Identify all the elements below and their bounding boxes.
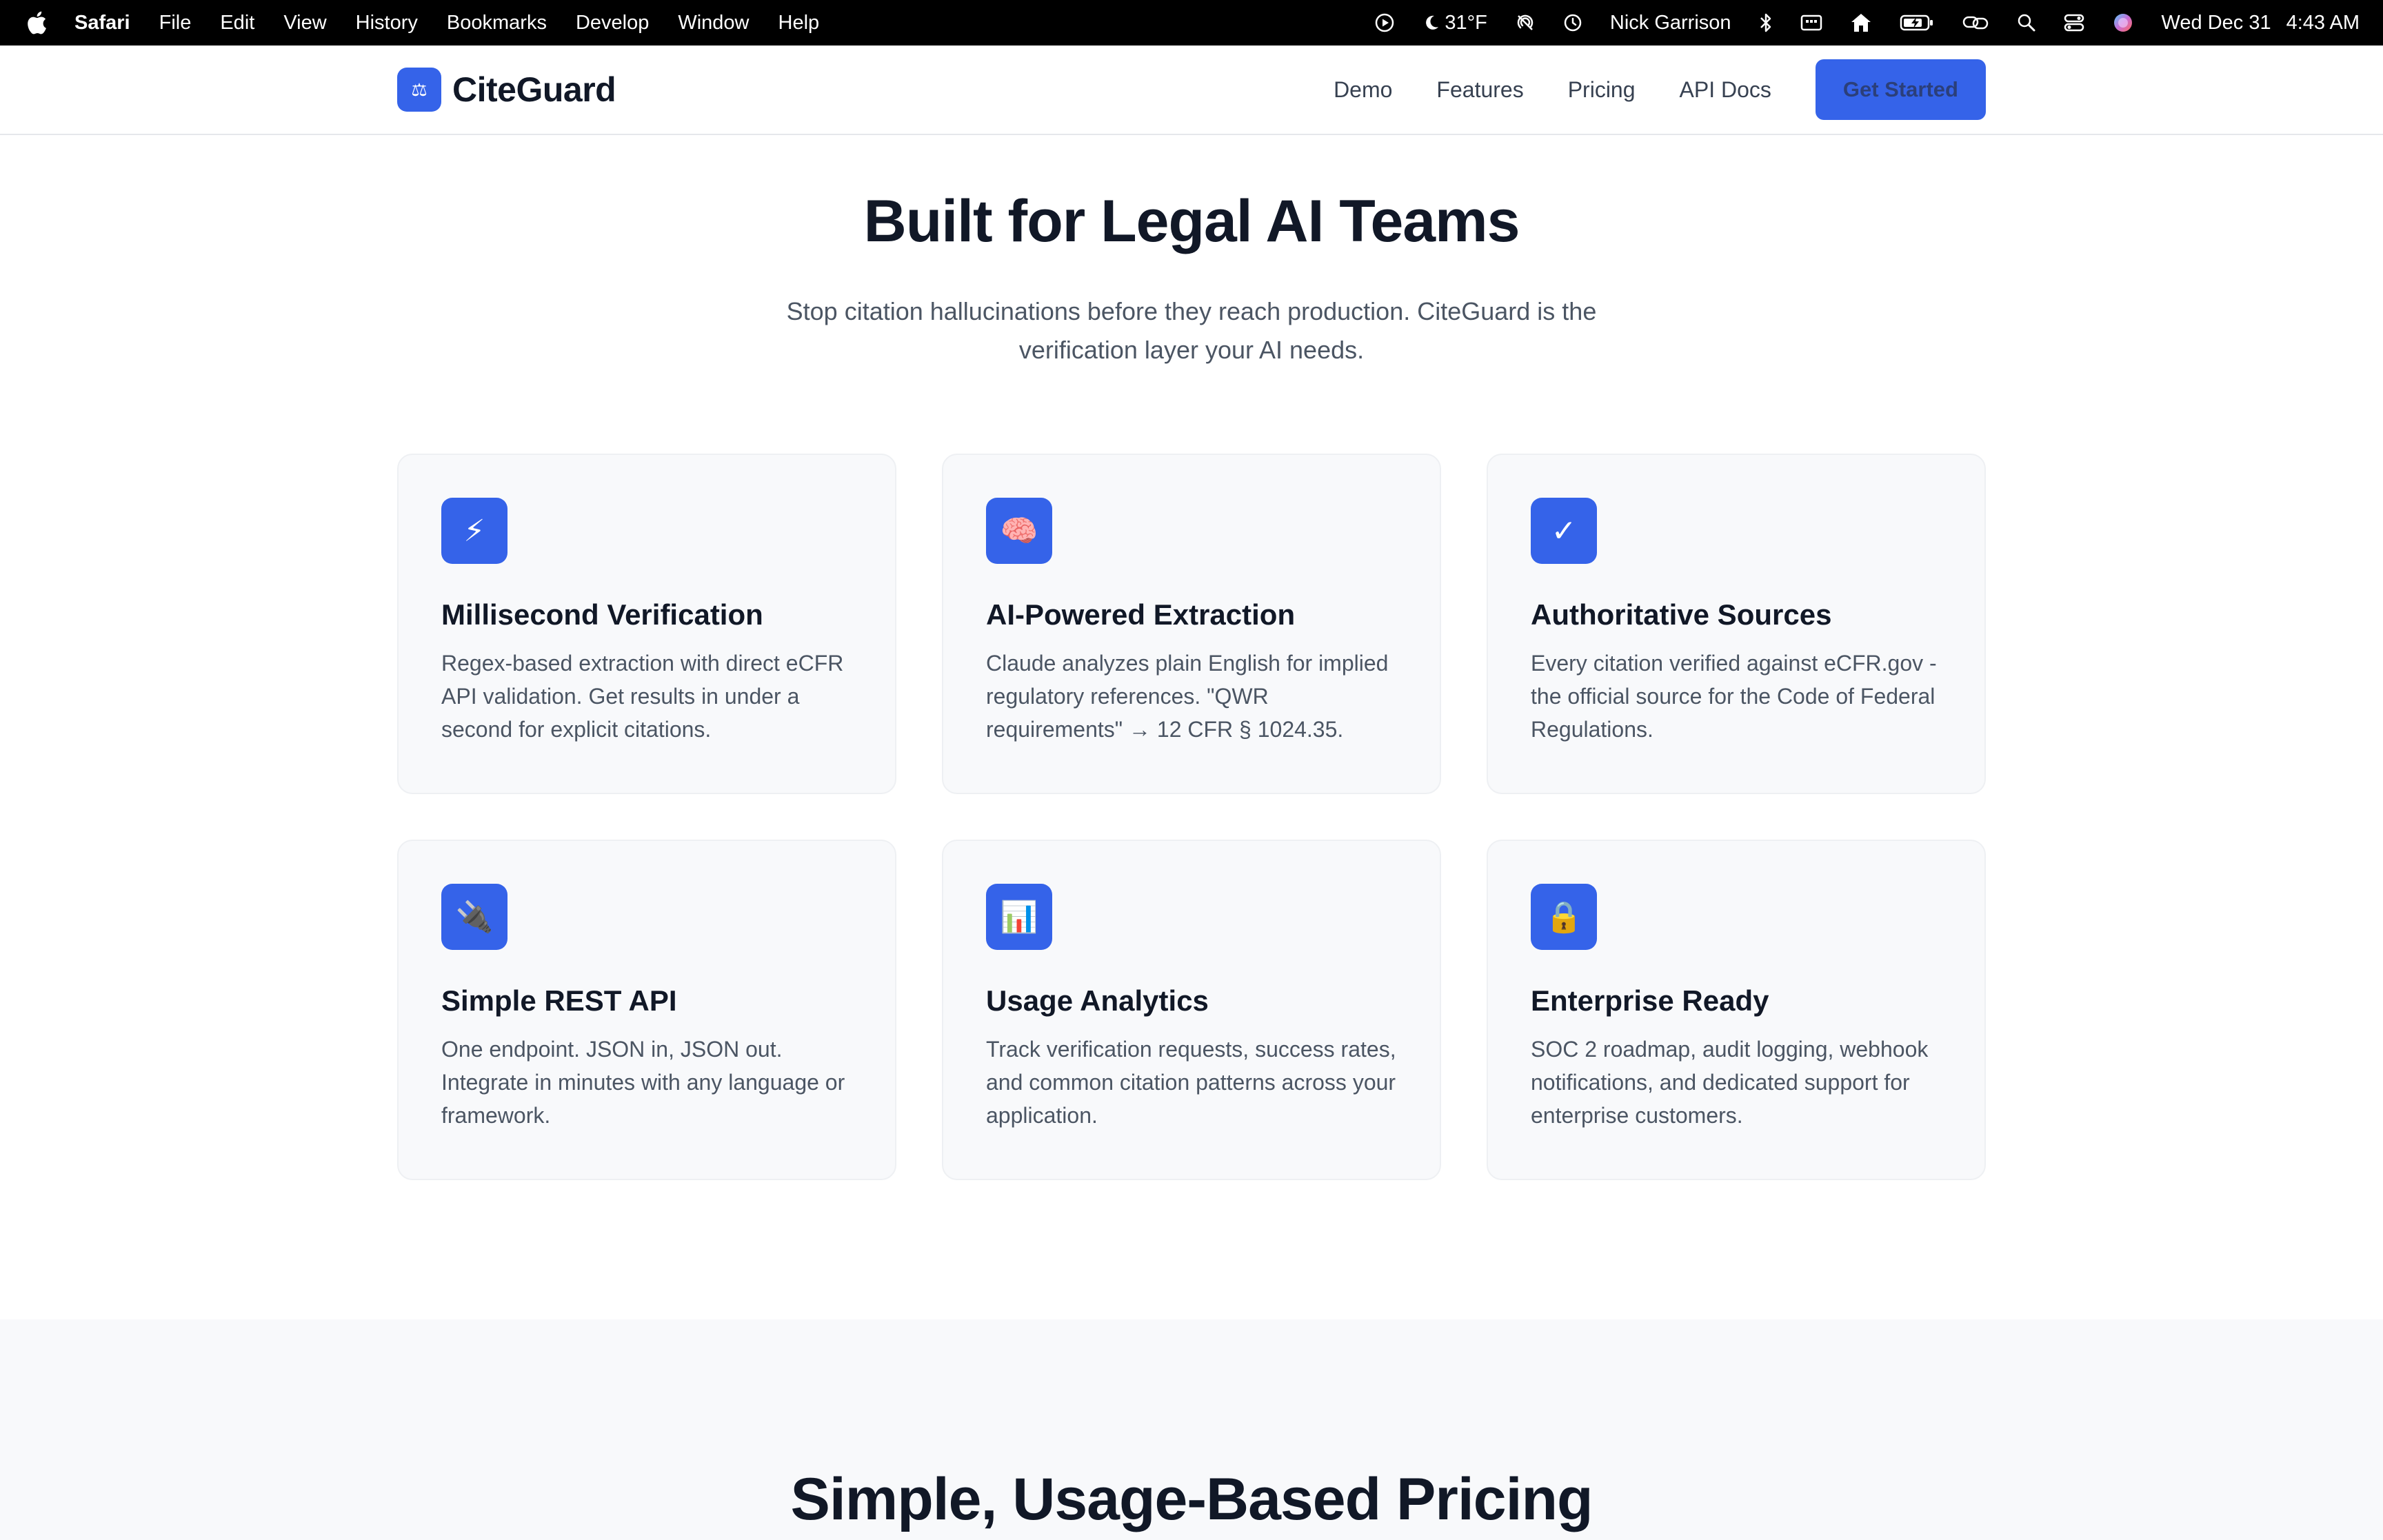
- menu-history[interactable]: History: [356, 12, 418, 34]
- feature-description: Track verification requests, success rat…: [986, 1037, 1396, 1128]
- nav-link-pricing[interactable]: Pricing: [1568, 77, 1636, 103]
- nav-link-demo[interactable]: Demo: [1334, 77, 1392, 103]
- bluetooth-icon[interactable]: [1759, 12, 1773, 34]
- features-subtitle: Stop citation hallucinations before they…: [786, 297, 1597, 364]
- feature-title: Enterprise Ready: [1531, 984, 1769, 1017]
- spotlight-search-icon[interactable]: [2017, 13, 2036, 32]
- clock-date[interactable]: Wed Dec 31: [2162, 12, 2271, 34]
- screen-time-icon[interactable]: [1563, 13, 1582, 32]
- get-started-button[interactable]: Get Started: [1815, 59, 1986, 120]
- lock-icon: 🔒: [1531, 884, 1597, 950]
- home-icon[interactable]: [1850, 12, 1872, 33]
- clock-time[interactable]: 4:43 AM: [2286, 12, 2360, 34]
- logo-text: CiteGuard: [452, 70, 616, 109]
- menu-help[interactable]: Help: [778, 12, 820, 34]
- lightning-icon: ⚡: [441, 498, 507, 564]
- pricing-section: Simple, Usage-Based Pricing: [0, 1319, 2383, 1540]
- feature-description: Claude analyzes plain English for implie…: [986, 651, 1389, 742]
- battery-icon[interactable]: [1900, 14, 1934, 32]
- control-center-icon[interactable]: [2064, 13, 2084, 32]
- weather-widget[interactable]: 31°F: [1422, 12, 1487, 34]
- moon-icon: [1426, 15, 1439, 30]
- feature-card: 🔒 Enterprise Ready SOC 2 roadmap, audit …: [1487, 840, 1986, 1180]
- feature-description: One endpoint. JSON in, JSON out. Integra…: [441, 1037, 845, 1128]
- menu-edit[interactable]: Edit: [220, 12, 254, 34]
- feature-card: 🔌 Simple REST API One endpoint. JSON in,…: [397, 840, 896, 1180]
- menu-bar: Safari File Edit View History Bookmarks …: [0, 0, 2383, 45]
- feature-card: 📊 Usage Analytics Track verification req…: [942, 840, 1441, 1180]
- bar-chart-icon: 📊: [986, 884, 1052, 950]
- menu-bookmarks[interactable]: Bookmarks: [447, 12, 547, 34]
- plug-icon: 🔌: [441, 884, 507, 950]
- feature-card: 🧠 AI-Powered Extraction Claude analyzes …: [942, 454, 1441, 794]
- feature-description: SOC 2 roadmap, audit logging, webhook no…: [1531, 1037, 1929, 1128]
- nav-link-api-docs[interactable]: API Docs: [1680, 77, 1771, 103]
- link-icon[interactable]: [1962, 13, 1989, 32]
- airdrop-icon[interactable]: [1515, 12, 1536, 33]
- feature-title: Simple REST API: [441, 984, 677, 1017]
- scales-icon: ⚖: [397, 68, 441, 112]
- feature-title: Authoritative Sources: [1531, 598, 1832, 631]
- menu-app-name[interactable]: Safari: [74, 12, 130, 34]
- features-grid: ⚡ Millisecond Verification Regex-based e…: [397, 454, 1986, 1180]
- menu-develop[interactable]: Develop: [576, 12, 649, 34]
- site-header: ⚖ CiteGuard Demo Features Pricing API Do…: [0, 45, 2383, 135]
- main-nav: Demo Features Pricing API Docs Get Start…: [1334, 59, 1986, 120]
- nav-link-features[interactable]: Features: [1436, 77, 1523, 103]
- menu-file[interactable]: File: [159, 12, 192, 34]
- apple-menu-icon[interactable]: [25, 9, 48, 37]
- feature-card: ⚡ Millisecond Verification Regex-based e…: [397, 454, 896, 794]
- logo[interactable]: ⚖ CiteGuard: [397, 68, 616, 112]
- features-title: Built for Legal AI Teams: [863, 188, 1520, 254]
- keyboard-icon[interactable]: [1800, 14, 1822, 32]
- feature-description: Every citation verified against eCFR.gov…: [1531, 651, 1937, 742]
- menu-view[interactable]: View: [283, 12, 326, 34]
- feature-title: Usage Analytics: [986, 984, 1209, 1017]
- feature-description: Regex-based extraction with direct eCFR …: [441, 651, 844, 742]
- weather-temperature: 31°F: [1445, 11, 1487, 34]
- siri-icon[interactable]: [2112, 12, 2134, 34]
- checkmark-icon: ✓: [1531, 498, 1597, 564]
- play-icon[interactable]: [1374, 12, 1395, 33]
- user-name[interactable]: Nick Garrison: [1610, 12, 1731, 34]
- menu-window[interactable]: Window: [678, 12, 749, 34]
- brain-icon: 🧠: [986, 498, 1052, 564]
- pricing-title: Simple, Usage-Based Pricing: [790, 1466, 1593, 1532]
- feature-card: ✓ Authoritative Sources Every citation v…: [1487, 454, 1986, 794]
- feature-title: Millisecond Verification: [441, 598, 763, 631]
- feature-title: AI-Powered Extraction: [986, 598, 1296, 631]
